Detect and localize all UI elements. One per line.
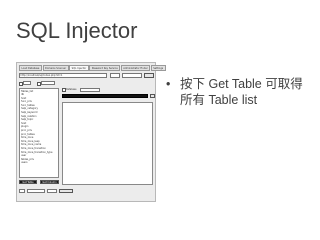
run-button[interactable]	[59, 189, 73, 193]
dump-button[interactable]	[150, 94, 155, 98]
tab-administrator-finder[interactable]: Administrator Finder	[120, 65, 151, 71]
dump-progress-bar	[62, 94, 148, 98]
database-select[interactable]	[80, 88, 100, 92]
results-panel[interactable]	[62, 102, 153, 185]
status-field	[19, 189, 25, 193]
go-button[interactable]	[144, 73, 154, 78]
bullet-line-2: 所有 Table list	[180, 93, 258, 107]
tab-sql-injector[interactable]: SQL Injector	[69, 65, 89, 71]
tab-load-database[interactable]: Load Database	[19, 65, 42, 71]
bullet-item: • 按下 Get Table 可取得 所有 Table list	[166, 76, 316, 108]
right-controls: Database	[62, 88, 155, 100]
bullet-icon: •	[166, 77, 171, 91]
option-field[interactable]	[23, 81, 31, 85]
column-count-field[interactable]	[110, 73, 120, 78]
get-table-button[interactable]: Get Table	[19, 180, 37, 184]
tab-bar: Load Database Domains Scanner SQL Inject…	[19, 65, 166, 71]
app-screenshot: Load Database Domains Scanner SQL Inject…	[16, 62, 166, 202]
query-field[interactable]	[27, 189, 45, 193]
list-item[interactable]: time_zone_transition_type	[21, 151, 57, 155]
tab-password-key-service[interactable]: Password Key Service	[89, 65, 121, 71]
method-select[interactable]	[122, 73, 142, 78]
slide-title: SQL Injector	[16, 18, 138, 43]
tables-list[interactable]: Tables_list db host func_priv func_table…	[19, 88, 59, 178]
list-item[interactable]: users	[21, 161, 57, 165]
limit-field[interactable]	[47, 189, 57, 193]
get-column-button[interactable]: Get Column	[40, 180, 59, 184]
bottom-row	[19, 189, 153, 195]
option-field[interactable]	[41, 81, 55, 85]
url-input[interactable]: http://localhost/sql/index.php?id=1	[19, 73, 107, 78]
tab-settings[interactable]: Settings	[150, 65, 166, 71]
left-button-row: Get Table Get Column	[19, 180, 59, 185]
bullet-list: • 按下 Get Table 可取得 所有 Table list	[166, 76, 316, 108]
bullet-line-1: 按下 Get Table 可取得	[180, 77, 303, 91]
url-row: http://localhost/sql/index.php?id=1	[19, 73, 154, 79]
tab-domains-scanner[interactable]: Domains Scanner	[42, 65, 69, 71]
dbname-label: Database	[66, 88, 77, 91]
options-row	[19, 81, 153, 86]
